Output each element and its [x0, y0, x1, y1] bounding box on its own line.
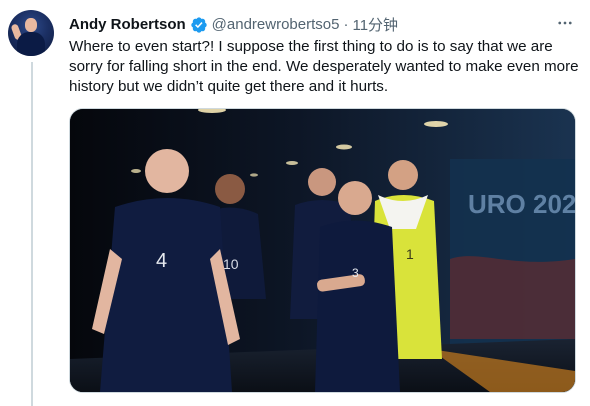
author-name[interactable]: Andy Robertson	[69, 16, 186, 33]
thread-line	[31, 62, 33, 406]
avatar-head	[25, 18, 37, 32]
separator-dot: ·	[343, 16, 349, 33]
svg-text:3: 3	[352, 266, 359, 280]
svg-text:4: 4	[156, 250, 167, 272]
avatar-column	[8, 10, 60, 56]
avatar[interactable]	[8, 10, 54, 56]
tweet-text: Where to even start?! I suppose the firs…	[69, 38, 579, 95]
tweet[interactable]: Andy Robertson @andrewrobertso5 · 11分钟 W…	[0, 0, 590, 406]
svg-text:1: 1	[406, 246, 414, 262]
more-options-icon[interactable]	[554, 12, 576, 34]
svg-text:10: 10	[223, 256, 239, 272]
avatar-body	[17, 32, 45, 56]
euro-banner-text: URO 2020	[468, 189, 575, 219]
tweet-photo[interactable]: URO 2020 10 1	[69, 108, 576, 393]
author-handle[interactable]: @andrewrobertso5	[212, 16, 340, 33]
tweet-header: Andy Robertson @andrewrobertso5 · 11分钟	[69, 14, 398, 35]
verified-badge-icon	[190, 16, 208, 34]
timestamp[interactable]: 11分钟	[352, 14, 398, 35]
